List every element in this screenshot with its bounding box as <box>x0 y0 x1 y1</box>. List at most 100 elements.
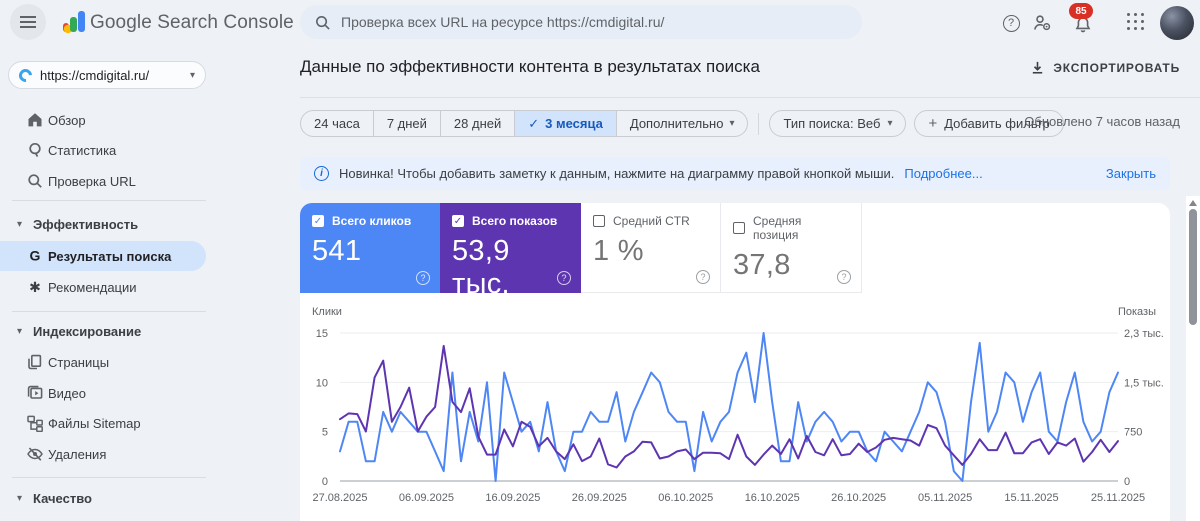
checkbox-unchecked-icon[interactable] <box>733 222 745 234</box>
range-more[interactable]: Дополнительно ▾ <box>617 111 748 136</box>
sidebar-item-overview[interactable]: Обзор <box>0 105 290 135</box>
metric-card-position[interactable]: Средняя позиция 37,8 ? <box>721 203 862 293</box>
export-button[interactable]: ЭКСПОРТИРОВАТЬ <box>1030 60 1180 75</box>
apps-grid-button[interactable] <box>1127 13 1145 31</box>
svg-text:25.11.2025: 25.11.2025 <box>1091 492 1145 504</box>
search-placeholder: Проверка всех URL на ресурсе https://cmd… <box>341 14 665 30</box>
search-icon <box>316 15 330 30</box>
property-url: https://cmdigital.ru/ <box>40 67 150 83</box>
svg-text:26.10.2025: 26.10.2025 <box>831 492 886 504</box>
sidebar-divider <box>12 311 206 312</box>
sidebar-item-recommendations[interactable]: ✱ Рекомендации <box>0 272 290 302</box>
magnifier-icon <box>25 172 45 190</box>
svg-text:05.11.2025: 05.11.2025 <box>918 492 972 504</box>
metric-card-clicks[interactable]: ✓ Всего кликов 541 ? <box>300 203 440 293</box>
svg-text:15: 15 <box>316 328 328 340</box>
svg-text:1,5 тыс.: 1,5 тыс. <box>1124 377 1164 389</box>
range-3m-selected[interactable]: ✓ 3 месяца <box>515 111 617 136</box>
sidebar-item-pages[interactable]: Страницы <box>0 347 290 377</box>
banner-text: Новинка! Чтобы добавить заметку к данным… <box>339 166 895 181</box>
avatar[interactable] <box>1160 6 1194 40</box>
sidebar-item-label: Проверка URL <box>48 173 136 189</box>
range-label: 3 месяца <box>545 116 603 131</box>
sidebar-item-video[interactable]: Видео <box>0 378 290 408</box>
eye-off-icon <box>25 445 45 463</box>
metric-card-impressions[interactable]: ✓ Всего показов 53,9 тыс. ? <box>440 203 581 300</box>
caret-down-icon: ▾ <box>17 218 23 230</box>
section-title: Эффективность <box>33 216 139 232</box>
video-pages-icon <box>25 384 45 402</box>
sidebar-item-insights[interactable]: Статистика <box>0 135 290 165</box>
search-console-logo-icon <box>63 11 85 34</box>
scrollbar-up-arrow[interactable] <box>1189 200 1197 206</box>
plus-icon: + <box>928 115 938 132</box>
sidebar-section-performance[interactable]: ▾ Эффективность <box>0 209 290 239</box>
sidebar-item-label: Статистика <box>48 142 117 158</box>
metric-value: 37,8 <box>733 249 791 281</box>
metric-value: 53,9 тыс. <box>452 235 510 300</box>
sidebar-item-url-inspection[interactable]: Проверка URL <box>0 166 290 196</box>
sidebar-item-label: Файлы Sitemap <box>48 415 141 431</box>
search-type-chip[interactable]: Тип поиска: Веб ▾ <box>769 110 907 137</box>
info-icon: i <box>314 166 329 181</box>
section-title: Индексирование <box>33 323 142 339</box>
svg-text:06.10.2025: 06.10.2025 <box>658 492 713 504</box>
svg-text:G: G <box>30 248 41 264</box>
chevron-down-icon: ▾ <box>189 69 195 81</box>
svg-text:26.09.2025: 26.09.2025 <box>572 492 627 504</box>
help-icon: ? <box>1002 14 1020 32</box>
performance-chart[interactable]: Клики Показы 0 0 5 750 10 1,5 тыс. 15 2,3 тыс. 27.… <box>300 303 1170 521</box>
checkbox-unchecked-icon[interactable] <box>593 215 605 227</box>
svg-text:16.10.2025: 16.10.2025 <box>745 492 800 504</box>
user-settings-button[interactable] <box>1031 12 1053 34</box>
svg-text:16.09.2025: 16.09.2025 <box>485 492 540 504</box>
property-selector[interactable]: https://cmdigital.ru/ ▾ <box>8 61 206 89</box>
banner-close-button[interactable]: Закрыть <box>1106 166 1156 181</box>
sidebar-item-label: Удаления <box>48 446 107 462</box>
help-circle-icon[interactable]: ? <box>557 271 571 285</box>
sidebar-item-label: Страницы <box>48 354 110 370</box>
date-range-group: 24 часа 7 дней 28 дней ✓ 3 месяца Дополн… <box>300 110 749 137</box>
sidebar-item-sitemaps[interactable]: Файлы Sitemap <box>0 408 290 438</box>
svg-text:750: 750 <box>1124 427 1142 439</box>
checkbox-checked-icon[interactable]: ✓ <box>312 215 324 227</box>
help-button[interactable]: ? <box>1000 12 1022 34</box>
help-circle-icon[interactable]: ? <box>416 271 430 285</box>
user-gear-icon <box>1034 15 1051 31</box>
sidebar-section-quality[interactable]: ▾ Качество <box>0 483 290 513</box>
sidebar-section-indexing[interactable]: ▾ Индексирование <box>0 316 290 346</box>
sitemap-icon <box>25 414 45 432</box>
section-title: Качество <box>33 490 92 506</box>
svg-text:0: 0 <box>1124 476 1130 488</box>
range-24h[interactable]: 24 часа <box>301 111 374 136</box>
sidebar-item-label: Обзор <box>48 112 86 128</box>
pages-icon <box>25 353 45 371</box>
url-inspection-search[interactable]: Проверка всех URL на ресурсе https://cmd… <box>300 5 862 39</box>
sidebar-item-removals[interactable]: Удаления <box>0 439 290 469</box>
help-circle-icon[interactable]: ? <box>837 270 851 284</box>
google-g-icon: G <box>25 247 45 265</box>
metric-label: Всего кликов <box>332 214 412 228</box>
lightbulb-icon <box>25 141 45 159</box>
sidebar-item-label: Результаты поиска <box>48 248 172 264</box>
sidebar-item-label: Рекомендации <box>48 279 137 295</box>
metric-card-ctr[interactable]: Средний CTR 1 % ? <box>581 203 721 293</box>
caret-down-icon: ▾ <box>887 118 893 129</box>
range-7d[interactable]: 7 дней <box>374 111 441 136</box>
caret-down-icon: ▾ <box>17 325 23 337</box>
range-28d[interactable]: 28 дней <box>441 111 516 136</box>
scrollbar-thumb[interactable] <box>1189 209 1197 325</box>
menu-button[interactable] <box>10 4 46 40</box>
home-icon <box>25 111 45 129</box>
banner-learn-more-link[interactable]: Подробнее... <box>904 166 982 181</box>
sidebar-item-search-results[interactable]: G Результаты поиска <box>0 241 206 271</box>
svg-text:0: 0 <box>322 476 328 488</box>
svg-text:15.11.2025: 15.11.2025 <box>1004 492 1058 504</box>
performance-panel: ✓ Всего кликов 541 ? ✓ Всего показов 53,9 … <box>300 203 1170 521</box>
checkbox-checked-icon[interactable]: ✓ <box>452 215 464 227</box>
updated-status: Обновлено 7 часов назад <box>1024 114 1180 129</box>
download-icon <box>1033 61 1043 74</box>
help-circle-icon[interactable]: ? <box>696 270 710 284</box>
svg-text:Показы: Показы <box>1118 306 1156 318</box>
svg-text:Клики: Клики <box>312 306 342 318</box>
